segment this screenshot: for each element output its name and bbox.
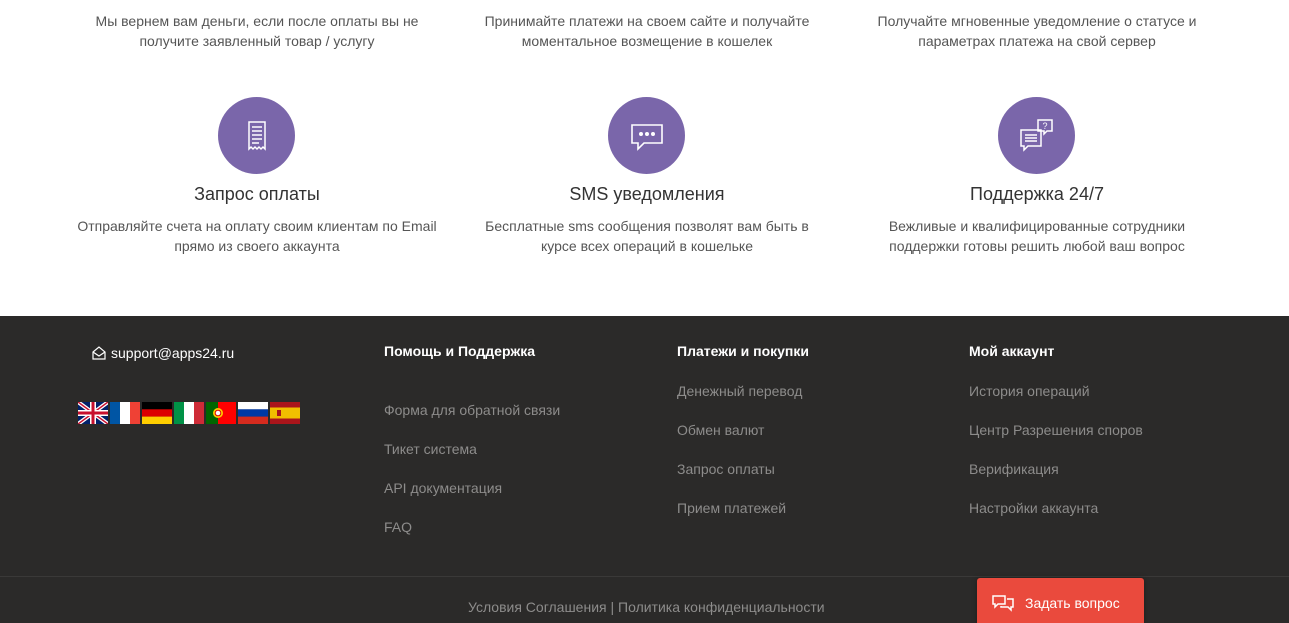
flag-es-icon[interactable] (270, 402, 300, 424)
account-settings-link[interactable]: Настройки аккаунта (969, 498, 1143, 518)
feature-title: SMS уведомления (569, 184, 725, 204)
feature-description: Принимайте платежи на своем сайте и полу… (484, 13, 810, 49)
feature-description: Отправляйте счета на оплату своим клиент… (77, 218, 437, 254)
support-question-icon: ? (998, 97, 1075, 174)
privacy-link[interactable]: Политика конфиденциальности (618, 599, 825, 615)
flag-en-icon[interactable] (78, 402, 108, 424)
column-title: Мой аккаунт (969, 343, 1055, 359)
payment-request-link[interactable]: Запрос оплаты (677, 459, 809, 479)
chat-bubble-icon (608, 97, 685, 174)
feature-description: Вежливые и квалифицированные сотрудники п… (888, 218, 1186, 254)
feature-description: Получайте мгновенные уведомление о стату… (877, 13, 1197, 49)
feature-title: Запрос оплаты (194, 184, 320, 204)
flag-fr-icon[interactable] (110, 402, 140, 424)
api-docs-link[interactable]: API документация (384, 478, 560, 498)
flag-de-icon[interactable] (142, 402, 172, 424)
my-account-column: Мой аккаунт История операций Центр Разре… (969, 343, 1143, 518)
ticket-system-link[interactable]: Тикет система (384, 439, 560, 459)
receipt-icon (218, 97, 295, 174)
support-email-text[interactable]: support@apps24.ru (111, 345, 234, 361)
verification-link[interactable]: Верификация (969, 459, 1143, 479)
flag-it-icon[interactable] (174, 402, 204, 424)
money-transfer-link[interactable]: Денежный перевод (677, 381, 809, 401)
flag-ru-icon[interactable] (238, 402, 268, 424)
dispute-center-link[interactable]: Центр Разрешения споров (969, 420, 1143, 440)
feature-title: Поддержка 24/7 (970, 184, 1104, 204)
svg-text:?: ? (1042, 121, 1047, 131)
envelope-icon (92, 346, 106, 360)
feature-description: Мы вернем вам деньги, если после оплаты … (95, 13, 419, 49)
footer: support@apps24.ru Помощь и Поддержка Фор… (0, 316, 1289, 623)
chat-icon (992, 595, 1014, 612)
support-email[interactable]: support@apps24.ru (91, 345, 234, 361)
currency-exchange-link[interactable]: Обмен валют (677, 420, 809, 440)
flag-pt-icon[interactable] (206, 402, 236, 424)
operations-history-link[interactable]: История операций (969, 381, 1143, 401)
terms-link[interactable]: Условия Соглашения (468, 599, 607, 615)
features-section: Мы вернем вам деньги, если после оплаты … (0, 0, 1289, 316)
feedback-form-link[interactable]: Форма для обратной связи (384, 400, 560, 420)
legal-links: Условия Соглашения | Политика конфиденци… (468, 599, 825, 615)
separator: | (610, 599, 615, 615)
ask-question-label: Задать вопрос (1025, 595, 1120, 611)
column-title: Помощь и Поддержка (384, 343, 536, 359)
ask-question-button[interactable]: Задать вопрос (977, 578, 1144, 623)
footer-divider (0, 576, 1289, 577)
feature-description: Бесплатные sms сообщения позволят вам бы… (485, 218, 809, 254)
column-title: Платежи и покупки (677, 343, 809, 359)
help-support-column: Помощь и Поддержка Форма для обратной св… (384, 343, 560, 537)
payments-column: Платежи и покупки Денежный перевод Обмен… (677, 343, 809, 518)
language-flags (78, 402, 300, 424)
accept-payments-link[interactable]: Прием платежей (677, 498, 809, 518)
faq-link[interactable]: FAQ (384, 517, 560, 537)
